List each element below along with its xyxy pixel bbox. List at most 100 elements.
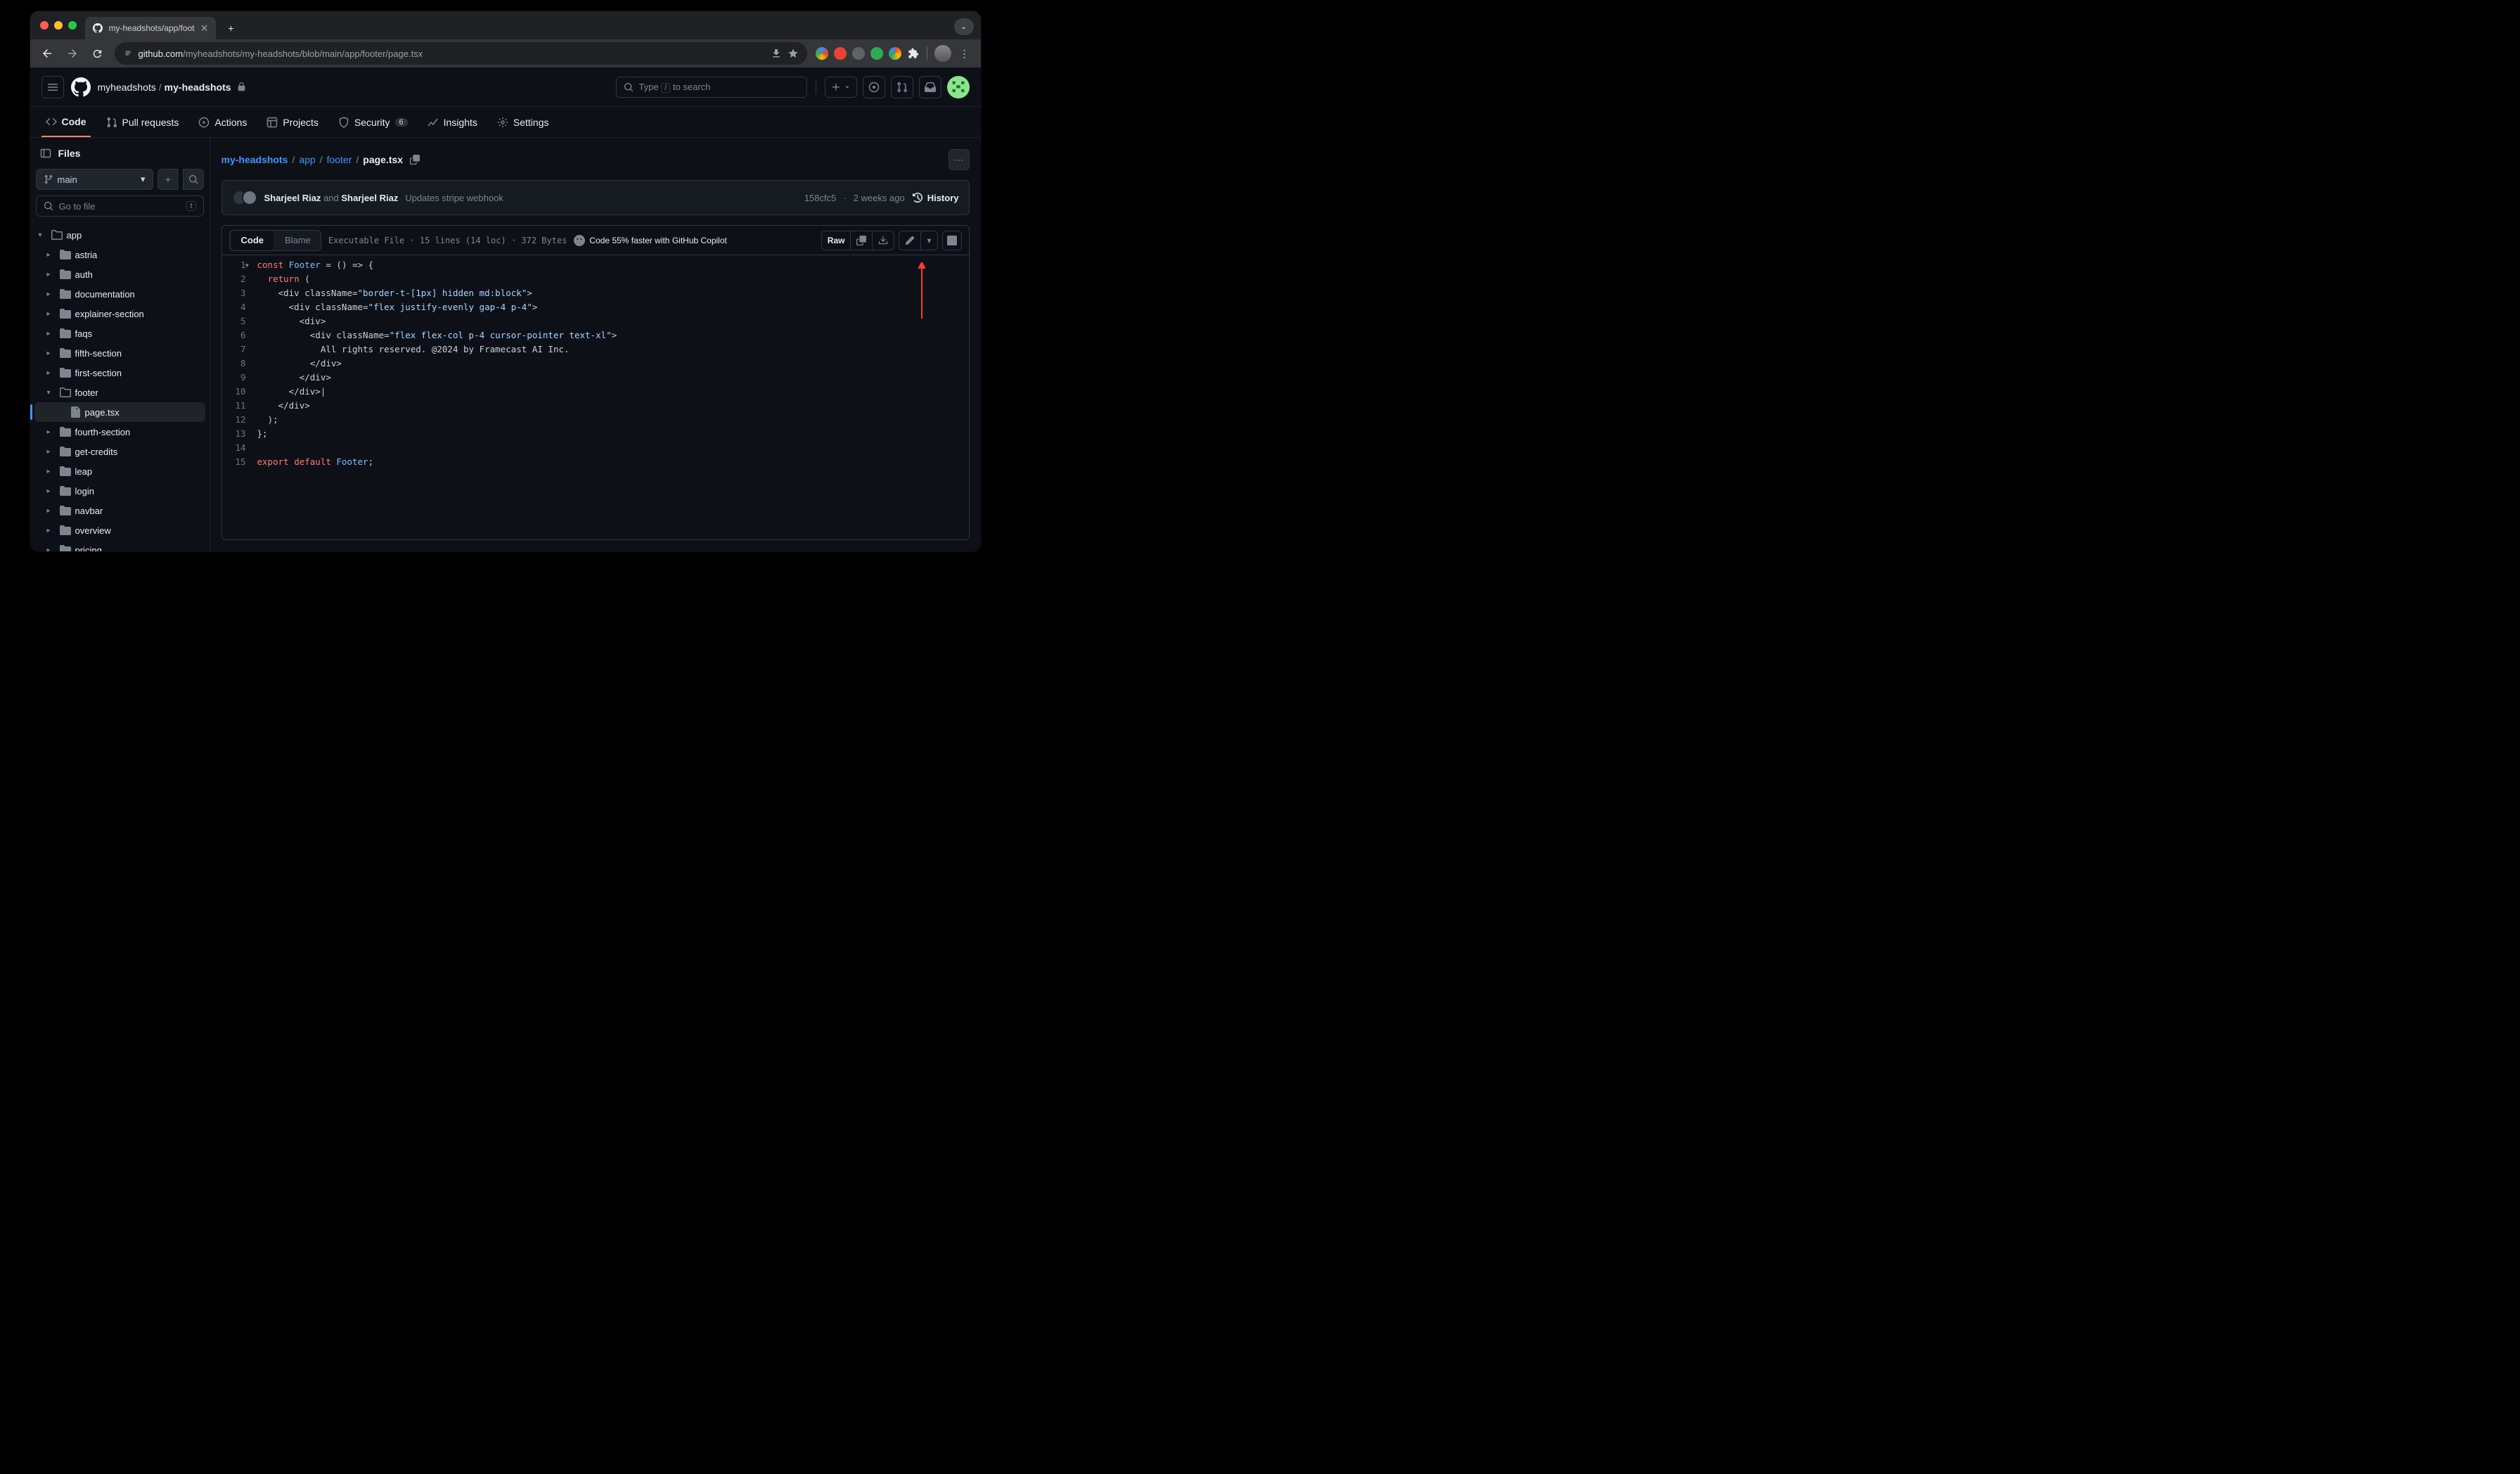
repo-path: myheadshots / my-headshots xyxy=(98,82,246,93)
issues-button[interactable] xyxy=(863,76,885,98)
extension-icon-3[interactable] xyxy=(852,47,865,60)
security-count-badge: 6 xyxy=(395,118,408,127)
tab-security[interactable]: Security 6 xyxy=(334,107,412,137)
search-tree-button[interactable] xyxy=(183,169,204,190)
tree-folder[interactable]: faqs xyxy=(34,323,205,343)
site-info-icon xyxy=(123,49,133,58)
browser-menu-icon[interactable]: ⋮ xyxy=(957,48,972,60)
reload-button[interactable] xyxy=(86,42,109,65)
bookmark-icon[interactable] xyxy=(788,48,799,59)
code-line: 3 <div className="border-t-[1px] hidden … xyxy=(222,286,969,300)
tab-code[interactable]: Code xyxy=(41,107,91,137)
branch-select[interactable]: main ▾ xyxy=(36,169,153,190)
tree-file-active[interactable]: page.tsx xyxy=(34,402,205,422)
close-tab-icon[interactable]: ✕ xyxy=(200,23,209,34)
breadcrumb-footer[interactable]: footer xyxy=(327,154,352,165)
extension-icon-5[interactable] xyxy=(889,47,901,60)
hamburger-menu[interactable] xyxy=(41,76,64,98)
go-to-file-input[interactable]: Go to file t xyxy=(36,196,204,217)
tree-folder[interactable]: explainer-section xyxy=(34,304,205,323)
raw-button[interactable]: Raw xyxy=(822,231,851,250)
window-controls xyxy=(40,21,77,30)
code-tab-button[interactable]: Code xyxy=(231,231,274,250)
tree-folder[interactable]: overview xyxy=(34,520,205,540)
copy-icon[interactable] xyxy=(851,231,873,250)
tree-folder[interactable]: first-section xyxy=(34,363,205,383)
tree-folder[interactable]: footer xyxy=(34,383,205,402)
edit-icon[interactable] xyxy=(899,231,921,250)
tab-settings[interactable]: Settings xyxy=(493,107,553,137)
sidebar-toggle-icon[interactable] xyxy=(40,148,51,159)
breadcrumb-root[interactable]: my-headshots xyxy=(221,154,288,165)
raw-button-group: Raw xyxy=(821,231,895,250)
global-search[interactable]: Type / to search xyxy=(616,77,807,98)
tab-insights[interactable]: Insights xyxy=(423,107,482,137)
copy-path-icon[interactable] xyxy=(410,155,420,165)
forward-button[interactable] xyxy=(61,42,84,65)
tree-folder[interactable]: fifth-section xyxy=(34,343,205,363)
extension-icon-2[interactable] xyxy=(834,47,847,60)
play-icon xyxy=(198,117,210,128)
graph-icon xyxy=(428,117,439,128)
minimize-window[interactable] xyxy=(54,21,63,30)
browser-window: my-headshots/app/footer/pag ✕ + ⌄ github… xyxy=(30,11,981,551)
maximize-window[interactable] xyxy=(68,21,77,30)
tree-folder[interactable]: auth xyxy=(34,264,205,284)
tab-pull-requests[interactable]: Pull requests xyxy=(102,107,184,137)
close-window[interactable] xyxy=(40,21,49,30)
download-icon[interactable] xyxy=(873,231,894,250)
tree-folder[interactable]: pricing xyxy=(34,540,205,551)
tree-folder[interactable]: astria xyxy=(34,245,205,264)
pr-button[interactable] xyxy=(891,76,913,98)
user-avatar[interactable] xyxy=(947,76,970,98)
tree-folder[interactable]: fourth-section xyxy=(34,422,205,442)
extension-icon-1[interactable] xyxy=(816,47,828,60)
code-line: 1const Footer = () => { xyxy=(222,258,969,272)
edit-dropdown-icon[interactable]: ▾ xyxy=(921,231,937,250)
extension-icon-6[interactable] xyxy=(907,47,920,60)
code-line: 6 <div className="flex flex-col p-4 curs… xyxy=(222,328,969,342)
blame-tab-button[interactable]: Blame xyxy=(275,231,321,250)
inbox-button[interactable] xyxy=(919,76,941,98)
address-bar[interactable]: github.com/myheadshots/my-headshots/blob… xyxy=(115,42,807,65)
profile-avatar-icon[interactable] xyxy=(934,45,951,62)
add-file-button[interactable]: + xyxy=(158,169,179,190)
main-split: Files main ▾ + Go to file t appastri xyxy=(30,138,981,551)
author-link[interactable]: Sharjeel Riaz and Sharjeel Riaz xyxy=(264,193,399,203)
code-area[interactable]: 1const Footer = () => {2 return (3 <div … xyxy=(222,255,969,539)
tree-root-app[interactable]: app xyxy=(34,225,205,245)
code-line: 9 </div> xyxy=(222,371,969,385)
repo-owner-link[interactable]: myheadshots xyxy=(98,82,156,93)
tree-folder[interactable]: leap xyxy=(34,461,205,481)
github-logo-icon[interactable] xyxy=(70,76,92,98)
copilot-hint[interactable]: Code 55% faster with GitHub Copilot xyxy=(574,235,726,246)
install-app-icon[interactable] xyxy=(771,48,782,59)
pr-icon xyxy=(106,117,117,128)
avatar-icon xyxy=(242,190,257,205)
history-button[interactable]: History xyxy=(912,192,959,203)
code-line: 4 <div className="flex justify-evenly ga… xyxy=(222,300,969,314)
gear-icon xyxy=(497,117,508,128)
tree-folder[interactable]: login xyxy=(34,481,205,501)
tab-actions[interactable]: Actions xyxy=(194,107,251,137)
browser-titlebar: my-headshots/app/footer/pag ✕ + ⌄ xyxy=(30,11,981,39)
browser-tab-active[interactable]: my-headshots/app/footer/pag ✕ xyxy=(85,17,216,39)
more-options-button[interactable]: ⋯ xyxy=(949,149,970,170)
tree-folder[interactable]: get-credits xyxy=(34,442,205,461)
extension-icon-4[interactable] xyxy=(870,47,883,60)
tree-folder[interactable]: navbar xyxy=(34,501,205,520)
back-button[interactable] xyxy=(36,42,58,65)
symbols-button[interactable] xyxy=(942,231,962,250)
commit-sha[interactable]: 158cfc5 xyxy=(804,193,837,203)
code-line: 8 </div> xyxy=(222,357,969,371)
author-avatars xyxy=(232,190,257,205)
breadcrumb-app[interactable]: app xyxy=(299,154,315,165)
expand-tabs-button[interactable]: ⌄ xyxy=(954,18,974,35)
repo-name-link[interactable]: my-headshots xyxy=(165,82,231,93)
create-button[interactable] xyxy=(825,77,857,98)
new-tab-button[interactable]: + xyxy=(221,18,241,38)
tab-projects[interactable]: Projects xyxy=(262,107,323,137)
commit-message[interactable]: Updates stripe webhook xyxy=(405,193,503,203)
commit-date: 2 weeks ago xyxy=(854,193,905,203)
tree-folder[interactable]: documentation xyxy=(34,284,205,304)
